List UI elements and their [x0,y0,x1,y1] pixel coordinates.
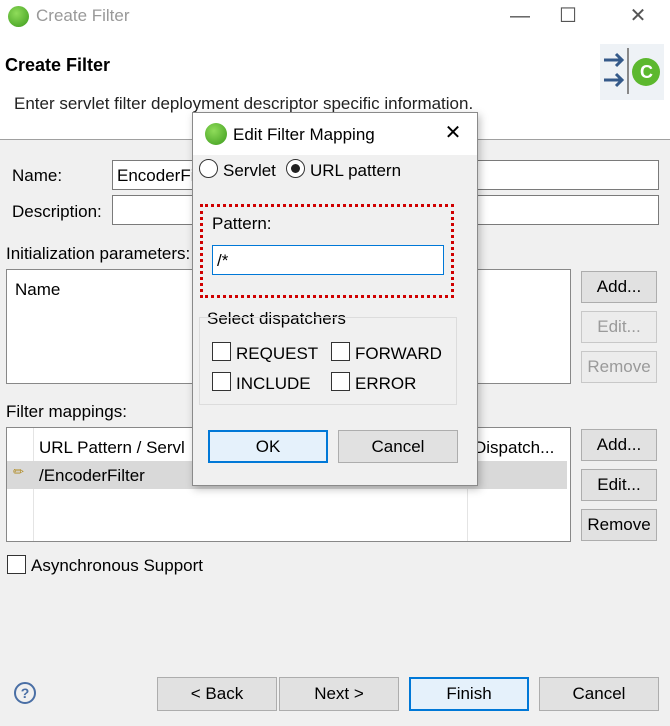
window-title: Create Filter [36,6,130,25]
init-params-label: Initialization parameters: [6,244,191,263]
spring-filter-wizard-icon: C [600,44,664,100]
svg-text:C: C [640,62,653,82]
async-label[interactable]: Asynchronous Support [31,556,203,576]
filter-mappings-label: Filter mappings: [6,402,127,421]
mapping-pattern: /EncoderFilter [39,466,145,485]
title-bar: Create Filter — ☐ ✕ [0,0,670,34]
cancel-button[interactable]: Cancel [539,677,659,711]
request-label[interactable]: REQUEST [236,344,318,364]
spring-icon [205,123,227,145]
init-remove-button[interactable]: Remove [581,351,657,383]
maximize-icon[interactable]: ☐ [546,2,590,30]
close-icon[interactable]: ✕ [439,121,467,145]
pattern-input[interactable]: /* [212,245,444,275]
next-button[interactable]: Next > [279,677,399,711]
dialog-ok-button[interactable]: OK [208,430,328,463]
page-description: Enter servlet filter deployment descript… [14,94,474,113]
close-icon[interactable]: ✕ [616,2,660,30]
page-title: Create Filter [5,55,111,75]
pattern-input-value: /* [217,251,229,270]
forward-label[interactable]: FORWARD [355,344,442,364]
pattern-label: Pattern: [212,214,272,233]
dialog-title: Edit Filter Mapping [233,125,375,144]
back-button[interactable]: < Back [157,677,277,711]
include-label[interactable]: INCLUDE [236,374,311,394]
error-label[interactable]: ERROR [355,374,416,394]
mappings-add-button[interactable]: Add... [581,429,657,461]
help-icon[interactable]: ? [14,682,36,704]
mappings-header-dispatchers[interactable]: Dispatch... [474,438,554,458]
dialog-cancel-button[interactable]: Cancel [338,430,458,463]
request-checkbox[interactable] [212,342,231,361]
mappings-remove-button[interactable]: Remove [581,509,657,541]
init-params-column-name: Name [15,280,61,299]
name-label: Name: [12,166,63,185]
minimize-icon[interactable]: — [498,2,542,30]
mappings-header-pattern[interactable]: URL Pattern / Servl [39,438,185,458]
forward-checkbox[interactable] [331,342,350,361]
finish-button[interactable]: Finish [409,677,529,711]
mappings-edit-button[interactable]: Edit... [581,469,657,501]
url-pattern-radio-label[interactable]: URL pattern [310,161,401,181]
init-add-button[interactable]: Add... [581,271,657,303]
edit-filter-mapping-dialog: Edit Filter Mapping ✕ Servlet URL patter… [192,112,478,486]
spring-app-icon [8,6,29,27]
servlet-radio-label[interactable]: Servlet [223,161,276,181]
include-checkbox[interactable] [212,372,231,391]
async-checkbox[interactable] [7,555,26,574]
error-checkbox[interactable] [331,372,350,391]
mapping-icon: ✏ [13,464,24,479]
url-pattern-radio[interactable] [286,159,305,178]
init-edit-button[interactable]: Edit... [581,311,657,343]
description-label: Description: [12,202,102,221]
servlet-radio[interactable] [199,159,218,178]
